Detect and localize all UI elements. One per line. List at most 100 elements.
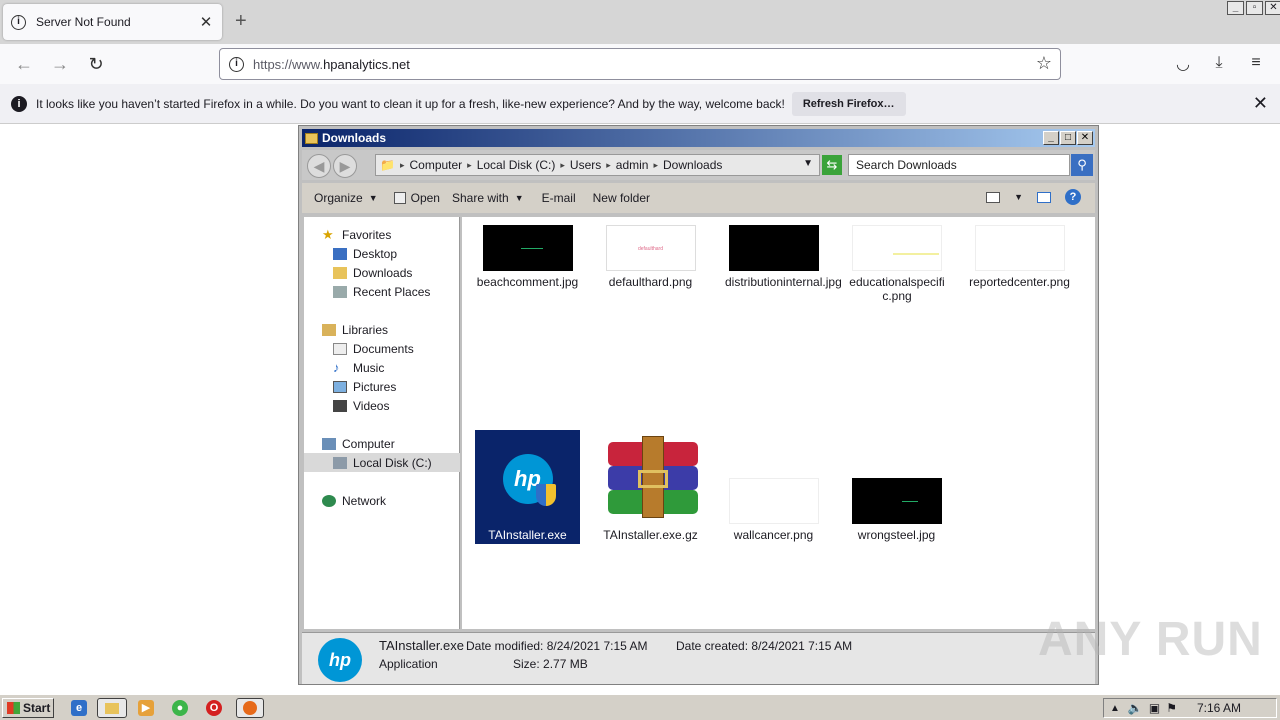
tab-title: Server Not Found — [36, 15, 131, 29]
menu-icon[interactable]: ≡ — [1245, 54, 1267, 72]
breadcrumb-downloads[interactable]: Downloads — [663, 158, 722, 172]
maximize-icon[interactable]: □ — [1060, 131, 1076, 145]
start-button[interactable]: Start — [2, 698, 54, 718]
forward-icon[interactable]: ▶ — [333, 154, 357, 178]
reload-icon[interactable]: ↻ — [84, 52, 108, 76]
ie-icon[interactable]: e — [71, 700, 87, 716]
winrar-archive-icon — [606, 434, 698, 524]
browser-tab[interactable]: i Server Not Found ✕ — [3, 4, 222, 40]
nav-local-disk[interactable]: Local Disk (C:) — [304, 453, 460, 472]
star-icon: ★ — [322, 226, 334, 242]
flag-icon[interactable]: ⚑ — [1166, 701, 1177, 715]
file-item[interactable]: wallcancer.png — [721, 430, 826, 542]
chrome-icon[interactable]: ● — [172, 700, 188, 716]
nav-computer[interactable]: Computer — [304, 434, 460, 453]
back-icon[interactable]: ← — [12, 52, 36, 76]
nav-videos[interactable]: Videos — [304, 396, 460, 415]
open-button[interactable]: Open — [393, 191, 440, 205]
recent-places-icon — [333, 285, 347, 298]
image-thumbnail — [974, 225, 1065, 271]
email-button[interactable]: E-mail — [542, 191, 576, 205]
pictures-icon — [333, 380, 347, 393]
breadcrumb-admin[interactable]: admin — [616, 158, 649, 172]
organize-button[interactable]: Organize ▼ — [314, 191, 378, 205]
navigation-pane: ★ Favorites Desktop Downloads Recent Plac… — [304, 217, 460, 629]
file-item[interactable]: wrongsteel.jpg — [844, 430, 949, 542]
restore-icon[interactable]: ▫ — [1246, 1, 1263, 15]
chevron-down-icon[interactable]: ▼ — [1014, 192, 1023, 202]
nav-favorites[interactable]: ★ Favorites — [304, 225, 460, 244]
taskbar: Start e ▶ ● O ▲ 🔈 ▣ ⚑ 7:16 AM — [0, 694, 1280, 720]
opera-icon[interactable]: O — [206, 700, 222, 716]
minimize-icon[interactable]: _ — [1043, 131, 1059, 145]
back-icon[interactable]: ◀ — [307, 154, 331, 178]
nav-pictures[interactable]: Pictures — [304, 377, 460, 396]
explorer-titlebar[interactable]: Downloads _ □ ✕ — [302, 129, 1095, 147]
breadcrumb-local-disk[interactable]: Local Disk (C:) — [477, 158, 556, 172]
preview-pane-icon[interactable] — [1037, 191, 1051, 203]
notification-bar: i It looks like you haven’t started Fire… — [0, 84, 1280, 124]
breadcrumb-computer[interactable]: Computer — [409, 158, 462, 172]
nav-network[interactable]: Network — [304, 491, 460, 510]
pocket-icon[interactable]: ◡ — [1172, 54, 1194, 74]
notification-close-icon[interactable]: ✕ — [1253, 93, 1268, 114]
disk-icon — [333, 456, 347, 469]
details-type: Application — [379, 657, 438, 671]
url-text: https://www.hpanalytics.net — [253, 56, 410, 72]
minimize-icon[interactable]: _ — [1227, 1, 1244, 15]
downloads-icon[interactable]: ⤓ — [1208, 54, 1230, 72]
clock[interactable]: 7:16 AM — [1197, 701, 1241, 715]
windows-logo-icon — [7, 702, 20, 714]
url-bar[interactable]: i https://www.hpanalytics.net ☆ — [219, 48, 1061, 80]
file-item[interactable]: defaulthard defaulthard.png — [598, 225, 703, 289]
firefox-taskbar-button[interactable] — [236, 698, 264, 718]
view-options-icon[interactable] — [986, 191, 1001, 203]
help-icon[interactable]: ? — [1065, 189, 1081, 205]
system-tray: ▲ 🔈 ▣ ⚑ 7:16 AM — [1103, 698, 1277, 718]
bookmark-star-icon[interactable]: ☆ — [1036, 53, 1052, 74]
forward-icon[interactable]: → — [48, 52, 72, 76]
network-tray-icon[interactable]: ▣ — [1149, 701, 1160, 715]
tab-close-icon[interactable]: ✕ — [196, 13, 216, 31]
details-date-modified: Date modified: 8/24/2021 7:15 AM — [466, 639, 648, 653]
explorer-taskbar-button[interactable] — [97, 698, 127, 718]
file-item[interactable]: educationalspecific.png — [844, 225, 949, 303]
breadcrumb[interactable]: 📁 ▸ Computer ▸ Local Disk (C:) ▸ Users ▸… — [375, 154, 820, 176]
downloads-folder-icon — [333, 266, 347, 279]
nav-recent-places[interactable]: Recent Places — [304, 282, 460, 301]
libraries-icon — [322, 323, 336, 336]
explorer-window-controls: _ □ ✕ — [1043, 131, 1093, 145]
new-folder-button[interactable]: New folder — [593, 191, 650, 205]
site-info-icon[interactable]: i — [229, 56, 244, 72]
media-player-icon[interactable]: ▶ — [138, 700, 154, 716]
nav-libraries[interactable]: Libraries — [304, 320, 460, 339]
chevron-down-icon[interactable]: ▼ — [803, 158, 813, 169]
search-icon[interactable]: ⚲ — [1071, 154, 1093, 176]
file-item[interactable]: distributioninternal.jpg — [721, 225, 842, 289]
file-item[interactable]: TAInstaller.exe.gz — [598, 430, 703, 542]
file-item[interactable]: reportedcenter.png — [967, 225, 1072, 289]
close-icon[interactable]: ✕ — [1077, 131, 1093, 145]
explorer-toolbar: Organize ▼ Open Share with ▼ E-mail New fo… — [302, 183, 1095, 213]
file-list: beachcomment.jpg defaulthard defaulthard… — [462, 217, 1095, 629]
tab-bar: i Server Not Found ✕ + _ ▫ ✕ — [0, 0, 1280, 44]
file-item[interactable]: beachcomment.jpg — [475, 225, 580, 289]
nav-downloads[interactable]: Downloads — [304, 263, 460, 282]
nav-music[interactable]: ♪ Music — [304, 358, 460, 377]
nav-desktop[interactable]: Desktop — [304, 244, 460, 263]
network-icon — [322, 494, 336, 507]
nav-documents[interactable]: Documents — [304, 339, 460, 358]
refresh-firefox-button[interactable]: Refresh Firefox… — [791, 91, 906, 116]
documents-icon — [333, 342, 347, 355]
file-item-selected[interactable]: hp TAInstaller.exe — [475, 430, 580, 544]
open-icon — [393, 192, 406, 204]
search-input[interactable]: Search Downloads — [848, 154, 1070, 176]
breadcrumb-users[interactable]: Users — [570, 158, 601, 172]
new-tab-icon[interactable]: + — [235, 10, 247, 33]
volume-icon[interactable]: 🔈 — [1128, 701, 1143, 715]
share-with-button[interactable]: Share with ▼ — [452, 191, 524, 205]
refresh-icon[interactable]: ⇆ — [822, 155, 842, 175]
close-window-icon[interactable]: ✕ — [1265, 1, 1280, 15]
tray-expand-icon[interactable]: ▲ — [1110, 703, 1120, 714]
shield-icon — [535, 484, 556, 506]
